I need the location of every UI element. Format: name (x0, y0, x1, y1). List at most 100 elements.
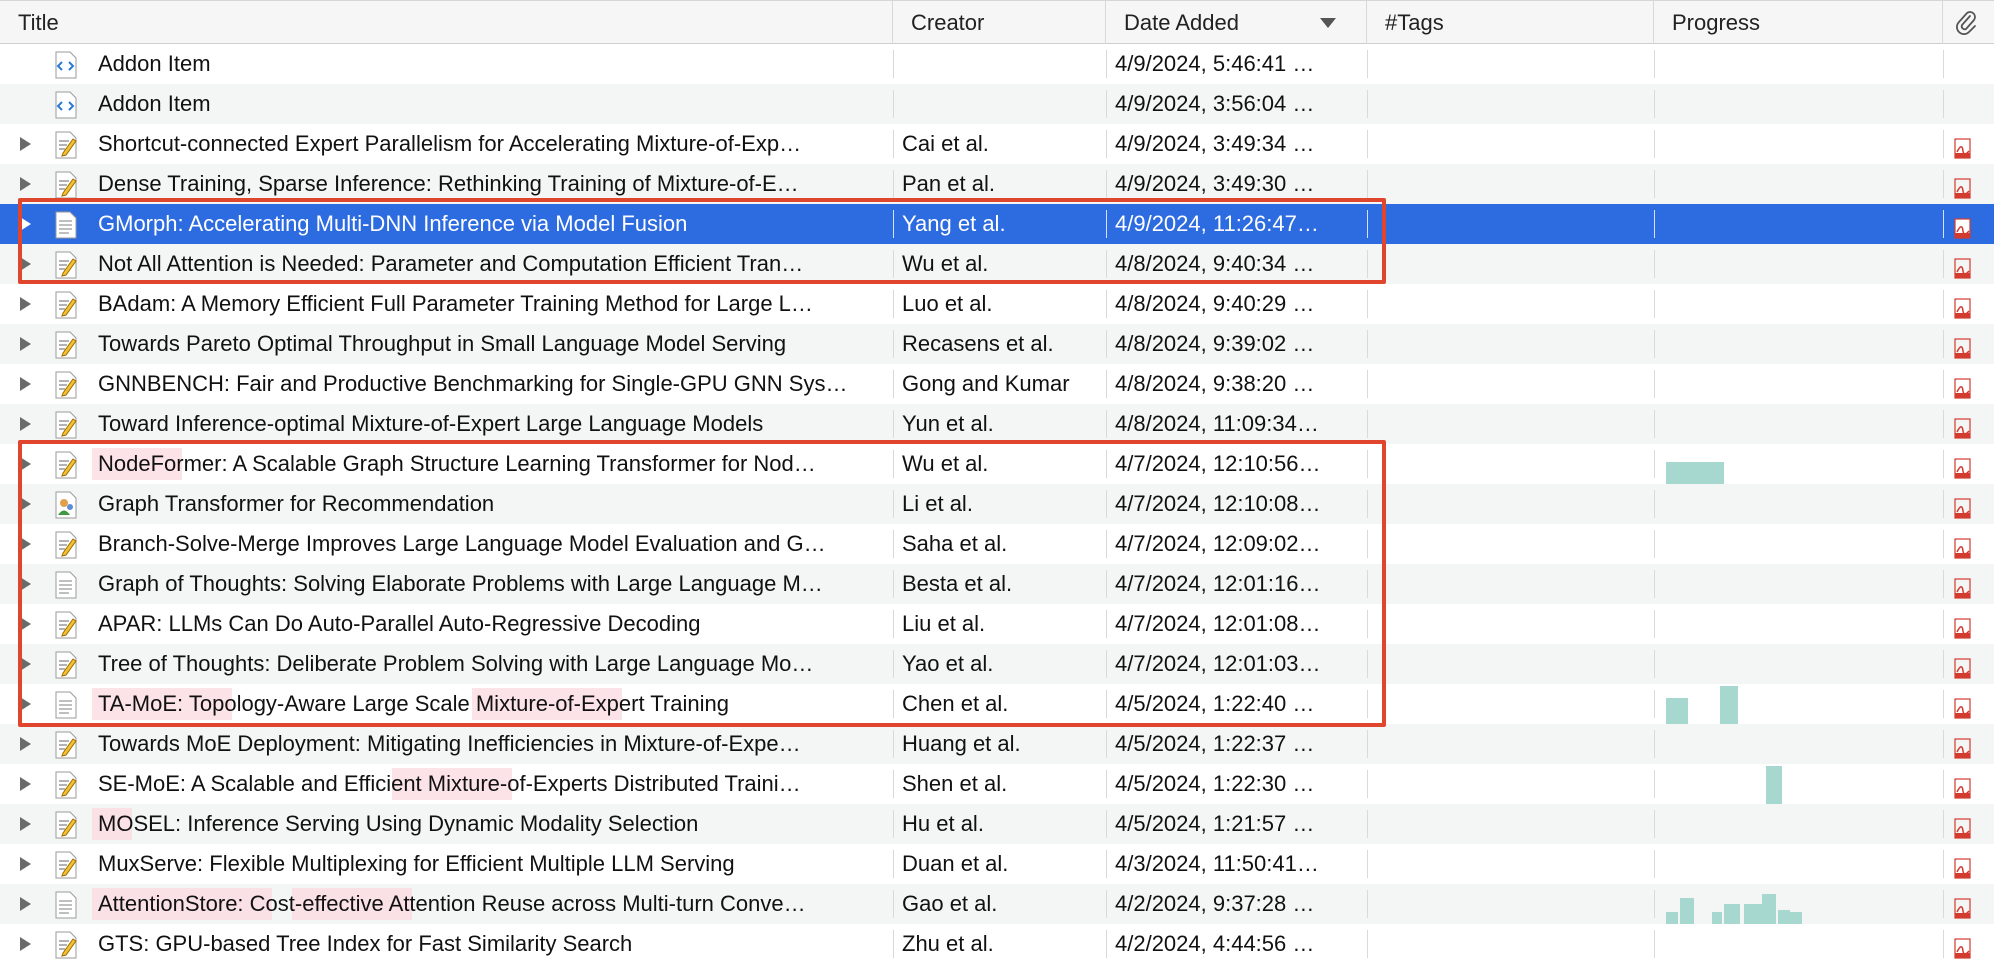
pdf-attachment-icon[interactable] (1952, 413, 1974, 439)
expand-twisty-icon[interactable] (20, 177, 31, 191)
pdf-attachment-icon[interactable] (1952, 293, 1974, 319)
expand-twisty-icon[interactable] (20, 617, 31, 631)
pdf-attachment-icon[interactable] (1952, 573, 1974, 599)
pdf-attachment-icon[interactable] (1952, 733, 1974, 759)
table-row[interactable]: Tree of Thoughts: Deliberate Problem Sol… (0, 644, 1994, 684)
expand-twisty-icon[interactable] (20, 337, 31, 351)
expand-twisty-icon[interactable] (20, 697, 31, 711)
column-separator (1106, 90, 1107, 118)
table-row[interactable]: MOSEL: Inference Serving Using Dynamic M… (0, 804, 1994, 844)
table-row[interactable]: GTS: GPU-based Tree Index for Fast Simil… (0, 924, 1994, 964)
pdf-attachment-icon[interactable] (1952, 653, 1974, 679)
expand-twisty-icon[interactable] (20, 537, 31, 551)
expand-twisty-icon[interactable] (20, 737, 31, 751)
pdf-attachment-icon[interactable] (1952, 933, 1974, 959)
item-date-added: 4/5/2024, 1:22:40 … (1115, 691, 1315, 716)
column-separator (893, 890, 894, 918)
column-separator (1367, 210, 1368, 238)
pdf-attachment-icon[interactable] (1952, 333, 1974, 359)
pdf-attachment-icon[interactable] (1952, 693, 1974, 719)
item-date-added: 4/7/2024, 12:09:02… (1115, 531, 1321, 556)
expand-twisty-icon[interactable] (20, 297, 31, 311)
column-header-progress[interactable]: Progress (1654, 1, 1943, 44)
item-creator: Huang et al. (902, 731, 1021, 756)
pdf-attachment-icon[interactable] (1952, 493, 1974, 519)
column-separator (893, 490, 894, 518)
column-header-date-added[interactable]: Date Added (1106, 1, 1367, 44)
column-separator (1106, 490, 1107, 518)
item-creator: Yun et al. (902, 411, 994, 436)
expand-twisty-icon[interactable] (20, 457, 31, 471)
expand-twisty-icon[interactable] (20, 137, 31, 151)
table-row[interactable]: Addon Item 4/9/2024, 5:46:41 … (0, 44, 1994, 84)
table-row[interactable]: Branch-Solve-Merge Improves Large Langua… (0, 524, 1994, 564)
expand-twisty-icon[interactable] (20, 417, 31, 431)
pdf-attachment-icon[interactable] (1952, 173, 1974, 199)
column-separator (1106, 890, 1107, 918)
table-row[interactable]: Shortcut-connected Expert Parallelism fo… (0, 124, 1994, 164)
pdf-attachment-icon[interactable] (1952, 253, 1974, 279)
item-title: AttentionStore: Cost-effective Attention… (98, 891, 806, 916)
expand-twisty-icon[interactable] (20, 657, 31, 671)
column-separator (1654, 50, 1655, 78)
table-row[interactable]: SE-MoE: A Scalable and Efficient Mixture… (0, 764, 1994, 804)
table-row[interactable]: Towards Pareto Optimal Throughput in Sma… (0, 324, 1994, 364)
table-row[interactable]: MuxServe: Flexible Multiplexing for Effi… (0, 844, 1994, 884)
pdf-attachment-icon[interactable] (1952, 133, 1974, 159)
table-row[interactable]: Not All Attention is Needed: Parameter a… (0, 244, 1994, 284)
preprint-item-icon (54, 851, 77, 879)
column-separator (1943, 90, 1944, 118)
column-header-tags[interactable]: #Tags (1367, 1, 1654, 44)
column-separator (1943, 930, 1944, 958)
column-header-creator[interactable]: Creator (893, 1, 1106, 44)
pdf-attachment-icon[interactable] (1952, 453, 1974, 479)
item-title: Dense Training, Sparse Inference: Rethin… (98, 171, 799, 196)
item-title: Towards MoE Deployment: Mitigating Ineff… (98, 731, 801, 756)
expand-twisty-icon[interactable] (20, 817, 31, 831)
expand-twisty-icon[interactable] (20, 217, 31, 231)
table-row[interactable]: APAR: LLMs Can Do Auto-Parallel Auto-Reg… (0, 604, 1994, 644)
table-row[interactable]: Towards MoE Deployment: Mitigating Ineff… (0, 724, 1994, 764)
table-row[interactable]: Dense Training, Sparse Inference: Rethin… (0, 164, 1994, 204)
expand-twisty-icon[interactable] (20, 937, 31, 951)
column-separator (1367, 290, 1368, 318)
item-creator: Gao et al. (902, 891, 998, 916)
item-date-added: 4/5/2024, 1:22:30 … (1115, 771, 1315, 796)
pdf-attachment-icon[interactable] (1952, 533, 1974, 559)
pdf-attachment-icon[interactable] (1952, 773, 1974, 799)
expand-twisty-icon[interactable] (20, 857, 31, 871)
table-row[interactable]: NodeFormer: A Scalable Graph Structure L… (0, 444, 1994, 484)
expand-twisty-icon[interactable] (20, 257, 31, 271)
item-date-added: 4/9/2024, 3:49:30 … (1115, 171, 1315, 196)
expand-twisty-icon[interactable] (20, 577, 31, 591)
expand-twisty-icon[interactable] (20, 377, 31, 391)
table-row[interactable]: BAdam: A Memory Efficient Full Parameter… (0, 284, 1994, 324)
preprint-item-icon (54, 291, 77, 319)
table-row[interactable]: Graph Transformer for Recommendation Li e… (0, 484, 1994, 524)
expand-twisty-icon[interactable] (20, 497, 31, 511)
expand-twisty-icon[interactable] (20, 777, 31, 791)
expand-twisty-icon[interactable] (20, 897, 31, 911)
document-item-icon (54, 211, 77, 239)
table-row[interactable]: GNNBENCH: Fair and Productive Benchmarki… (0, 364, 1994, 404)
pdf-attachment-icon[interactable] (1952, 813, 1974, 839)
item-title: Addon Item (98, 91, 211, 116)
pdf-attachment-icon[interactable] (1952, 853, 1974, 879)
preprint-item-icon (54, 331, 77, 359)
table-row[interactable]: GMorph: Accelerating Multi-DNN Inference… (0, 204, 1994, 244)
preprint-item-icon (54, 651, 77, 679)
table-row[interactable]: Addon Item 4/9/2024, 3:56:04 … (0, 84, 1994, 124)
column-header-attachments[interactable] (1943, 1, 1994, 44)
pdf-attachment-icon[interactable] (1952, 213, 1974, 239)
table-row[interactable]: Toward Inference-optimal Mixture-of-Expe… (0, 404, 1994, 444)
item-title: GNNBENCH: Fair and Productive Benchmarki… (98, 371, 848, 396)
pdf-attachment-icon[interactable] (1952, 373, 1974, 399)
pdf-attachment-icon[interactable] (1952, 613, 1974, 639)
pdf-attachment-icon[interactable] (1952, 893, 1974, 919)
table-row[interactable]: AttentionStore: Cost-effective Attention… (0, 884, 1994, 924)
table-row[interactable]: Graph of Thoughts: Solving Elaborate Pro… (0, 564, 1994, 604)
column-separator (1943, 370, 1944, 398)
column-header-title[interactable]: Title (0, 1, 893, 44)
table-row[interactable]: TA-MoE: Topology-Aware Large Scale Mixtu… (0, 684, 1994, 724)
column-separator (1654, 490, 1655, 518)
